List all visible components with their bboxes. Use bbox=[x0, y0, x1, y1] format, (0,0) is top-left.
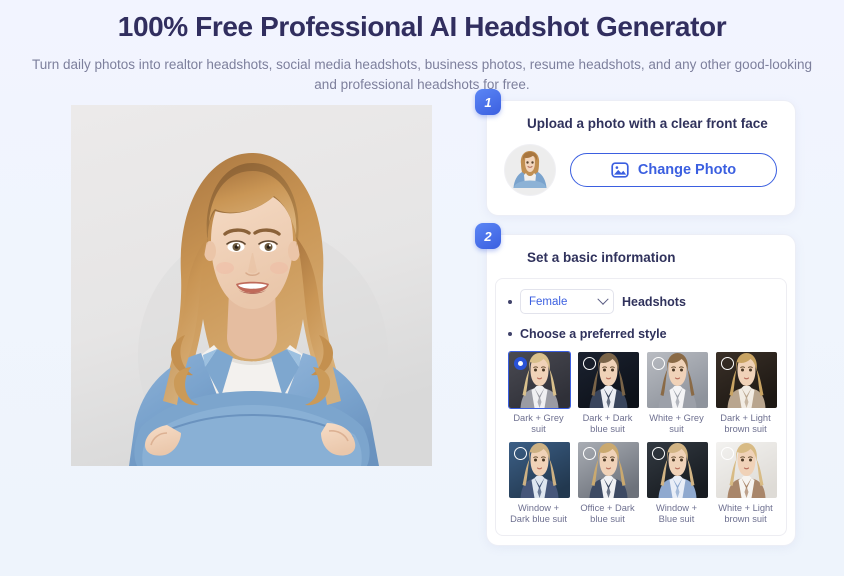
radio-unselected-icon[interactable] bbox=[514, 447, 527, 460]
style-option[interactable]: Dark + Light brown suit bbox=[715, 351, 778, 435]
step-2-badge: 2 bbox=[475, 223, 501, 249]
photo-preview[interactable] bbox=[71, 105, 432, 466]
style-option-label: Office + Dark blue suit bbox=[580, 503, 635, 524]
step-1-badge: 1 bbox=[475, 89, 501, 115]
step-2-card: 2 Set a basic information Female Headsho… bbox=[475, 223, 796, 546]
style-thumbnail[interactable] bbox=[646, 351, 709, 409]
style-option-label: Dark + Dark blue suit bbox=[582, 413, 633, 434]
style-option[interactable]: White + Light brown suit bbox=[715, 441, 778, 525]
chevron-down-icon bbox=[597, 293, 609, 305]
style-thumbnail[interactable] bbox=[715, 351, 778, 409]
gender-suffix-label: Headshots bbox=[622, 294, 686, 309]
style-option-label: Window + Blue suit bbox=[655, 503, 698, 524]
style-heading-row: Choose a preferred style bbox=[508, 327, 776, 341]
radio-selected-icon[interactable] bbox=[514, 357, 527, 370]
style-grid: Dark + Grey suit Dark + Dark blue suit W… bbox=[508, 351, 778, 525]
upload-row: Change Photo bbox=[487, 133, 795, 215]
style-option[interactable]: White + Grey suit bbox=[646, 351, 709, 435]
uploaded-photo-thumbnail[interactable] bbox=[505, 145, 555, 195]
radio-unselected-icon[interactable] bbox=[652, 447, 665, 460]
style-thumbnail[interactable] bbox=[715, 441, 778, 499]
avatar-image bbox=[505, 145, 555, 195]
style-thumbnail[interactable] bbox=[577, 351, 640, 409]
style-option[interactable]: Dark + Grey suit bbox=[508, 351, 571, 435]
style-option[interactable]: Window + Dark blue suit bbox=[508, 441, 571, 525]
gender-select-value: Female bbox=[529, 295, 568, 308]
style-option[interactable]: Window + Blue suit bbox=[646, 441, 709, 525]
radio-unselected-icon[interactable] bbox=[652, 357, 665, 370]
style-section-label: Choose a preferred style bbox=[520, 327, 667, 341]
basic-information-panel: Female Headshots Choose a preferred styl… bbox=[495, 278, 787, 536]
control-column: 1 Upload a photo with a clear front face bbox=[475, 89, 796, 546]
page-subtitle: Turn daily photos into realtor headshots… bbox=[32, 57, 812, 92]
radio-unselected-icon[interactable] bbox=[721, 447, 734, 460]
step-1-card: 1 Upload a photo with a clear front face bbox=[475, 89, 796, 216]
step-2-title: Set a basic information bbox=[527, 250, 676, 265]
style-option-label: White + Grey suit bbox=[649, 413, 704, 434]
bullet-icon bbox=[508, 332, 512, 336]
step-1-title: Upload a photo with a clear front face bbox=[527, 116, 768, 131]
style-thumbnail[interactable] bbox=[646, 441, 709, 499]
style-option-label: Dark + Light brown suit bbox=[720, 413, 771, 434]
change-photo-label: Change Photo bbox=[637, 162, 737, 178]
radio-unselected-icon[interactable] bbox=[583, 357, 596, 370]
style-option[interactable]: Office + Dark blue suit bbox=[577, 441, 640, 525]
style-thumbnail[interactable] bbox=[508, 441, 571, 499]
style-option-label: White + Light brown suit bbox=[718, 503, 773, 524]
gender-row: Female Headshots bbox=[508, 289, 776, 314]
style-option-label: Window + Dark blue suit bbox=[510, 503, 567, 524]
gender-select[interactable]: Female bbox=[520, 289, 614, 314]
image-icon bbox=[611, 161, 629, 179]
style-option[interactable]: Dark + Dark blue suit bbox=[577, 351, 640, 435]
preview-portrait-image bbox=[71, 105, 432, 466]
page-title: 100% Free Professional AI Headshot Gener… bbox=[117, 11, 727, 42]
style-option-label: Dark + Grey suit bbox=[513, 413, 564, 434]
style-thumbnail[interactable] bbox=[508, 351, 571, 409]
hero-header: 100% Free Professional AI Headshot Gener… bbox=[0, 0, 844, 95]
style-thumbnail[interactable] bbox=[577, 441, 640, 499]
change-photo-button[interactable]: Change Photo bbox=[570, 153, 777, 187]
radio-unselected-icon[interactable] bbox=[583, 447, 596, 460]
radio-unselected-icon[interactable] bbox=[721, 357, 734, 370]
main-stage: 1 Upload a photo with a clear front face bbox=[0, 89, 844, 555]
bullet-icon bbox=[508, 299, 512, 304]
